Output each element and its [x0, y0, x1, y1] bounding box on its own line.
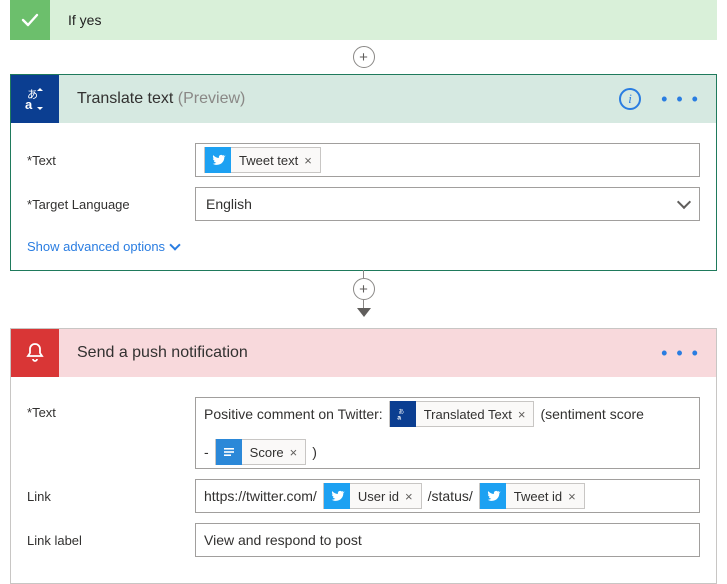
translate-icon: あ a	[11, 75, 59, 123]
remove-token-button[interactable]: ×	[518, 407, 526, 422]
svg-text:a: a	[397, 415, 401, 422]
card-menu-button[interactable]: • • •	[655, 343, 706, 364]
translated-text-token[interactable]: あa Translated Text ×	[389, 401, 535, 427]
push-text-label: *Text	[27, 397, 187, 420]
translate-text-input[interactable]: Tweet text ×	[195, 143, 700, 177]
push-link-label: Link	[27, 489, 187, 504]
check-icon	[10, 0, 50, 40]
tweet-id-token[interactable]: Tweet id ×	[479, 483, 585, 509]
tweet-text-token[interactable]: Tweet text ×	[204, 147, 321, 173]
score-token[interactable]: Score ×	[215, 439, 307, 465]
info-icon[interactable]: i	[619, 88, 641, 110]
svg-text:a: a	[25, 97, 33, 112]
bell-icon	[11, 329, 59, 377]
connector-line	[363, 300, 364, 308]
text-field-label: *Text	[27, 153, 187, 168]
add-step-button[interactable]: +	[353, 46, 375, 68]
push-card-title: Send a push notification	[77, 344, 248, 362]
twitter-icon	[324, 483, 350, 509]
translate-card-title: Translate text (Preview)	[77, 90, 245, 108]
card-menu-button[interactable]: • • •	[655, 89, 706, 110]
remove-token-button[interactable]: ×	[290, 445, 298, 460]
push-text-input[interactable]: Positive comment on Twitter: あa Translat…	[195, 397, 700, 469]
translate-card-header[interactable]: あ a Translate text (Preview) i • • •	[11, 75, 716, 123]
target-language-select[interactable]: English	[195, 187, 700, 221]
target-language-label: *Target Language	[27, 197, 187, 212]
show-advanced-options-link[interactable]: Show advanced options	[27, 239, 179, 254]
user-id-token[interactable]: User id ×	[323, 483, 422, 509]
push-card-header[interactable]: Send a push notification • • •	[11, 329, 716, 377]
plus-icon: +	[359, 49, 368, 66]
arrow-down-icon	[357, 308, 371, 317]
push-linklabel-label: Link label	[27, 533, 187, 548]
twitter-icon	[205, 147, 231, 173]
remove-token-button[interactable]: ×	[568, 489, 576, 504]
translate-icon: あa	[390, 401, 416, 427]
remove-token-button[interactable]: ×	[304, 153, 312, 168]
chevron-down-icon	[169, 239, 180, 250]
plus-icon: +	[359, 281, 368, 298]
connector-line	[363, 270, 364, 278]
push-notification-card: Send a push notification • • • *Text Pos…	[10, 328, 717, 584]
score-icon	[216, 439, 242, 465]
translate-text-card: あ a Translate text (Preview) i • • • *Te…	[10, 74, 717, 271]
twitter-icon	[480, 483, 506, 509]
remove-token-button[interactable]: ×	[405, 489, 413, 504]
chevron-down-icon	[677, 195, 691, 209]
push-linklabel-input[interactable]: View and respond to post	[195, 523, 700, 557]
push-link-input[interactable]: https://twitter.com/ User id × /status/ …	[195, 479, 700, 513]
add-step-button[interactable]: +	[353, 278, 375, 300]
if-yes-label: If yes	[68, 12, 101, 28]
if-yes-branch-header[interactable]: If yes	[10, 0, 717, 40]
